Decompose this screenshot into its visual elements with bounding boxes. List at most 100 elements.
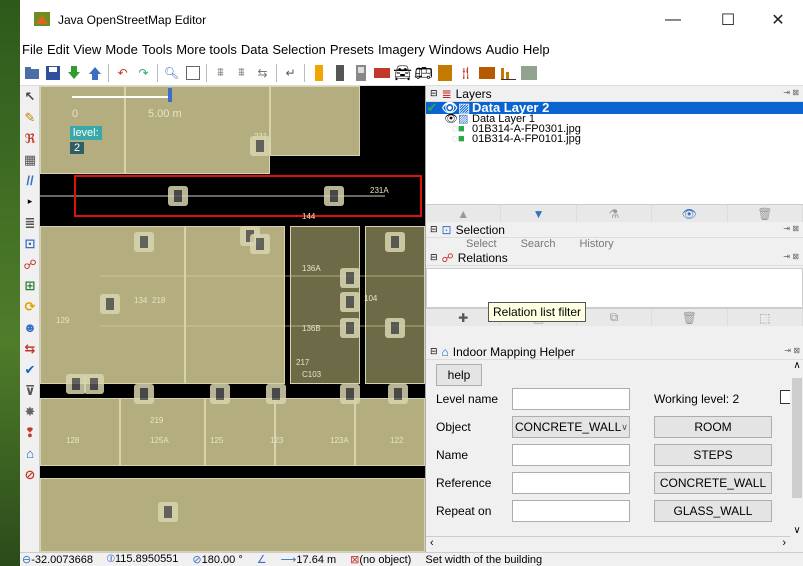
door-node[interactable] [158,502,178,522]
close-button[interactable]: ✕ [755,6,801,34]
reverse-way-icon[interactable]: ↵ [281,63,300,82]
expand-tools-icon[interactable]: ▸ [20,191,40,212]
horizontal-scrollbar[interactable]: ‹ › [426,536,790,552]
duplicate-relation-icon[interactable]: ⧉ [577,309,653,326]
notes-toggle-icon[interactable]: ❢ [20,422,40,443]
visibility-eye-icon[interactable]: 👁︎ [438,101,458,114]
preset-wall-icon[interactable] [351,63,370,82]
vertical-scrollbar[interactable]: ∧ ∨ [790,360,803,536]
map-toggle-icon[interactable]: ⊞ [20,275,40,296]
menu-mode[interactable]: Mode [103,42,140,57]
name-field[interactable] [512,444,630,466]
map-view[interactable]: 0 5.00 m level: 2 231 231A 144 136A 134 … [40,86,425,552]
room-button[interactable]: ROOM [654,416,772,438]
level-name-field[interactable] [512,388,630,410]
preset-area-icon[interactable] [372,63,391,82]
preset-door-icon[interactable] [309,63,328,82]
search-button[interactable]: Search [521,238,556,250]
collapse-icon[interactable]: ⊟ [430,88,438,99]
car-icon[interactable]: 🚘︎ [393,63,412,82]
panel-dock-icons[interactable]: ⇥ ⊠ [783,252,799,261]
steps-button[interactable]: STEPS [654,444,772,466]
draw-mode-icon[interactable]: ✎ [20,107,40,128]
imagery-icon[interactable] [519,63,538,82]
menu-file[interactable]: File [20,42,45,57]
show-hide-icon[interactable]: 👁︎ [652,205,728,222]
collapse-icon[interactable]: ⊟ [430,346,438,357]
door-node[interactable] [385,318,405,338]
relations-toggle-icon[interactable]: ☍ [20,254,40,275]
door-node[interactable] [340,292,360,312]
validator-toggle-icon[interactable]: ✔ [20,359,40,380]
split-way-icon[interactable]: ⩩ [211,63,230,82]
menu-audio[interactable]: Audio [484,42,521,57]
move-down-icon[interactable]: ▼ [501,205,577,222]
filter-toggle-icon[interactable]: ⊽ [20,380,40,401]
indoor-toggle-icon[interactable]: ⌂ [20,443,40,464]
door-node[interactable] [340,268,360,288]
restaurant-icon[interactable]: 🍴︎ [456,63,475,82]
selected-way[interactable] [74,175,422,217]
door-node[interactable] [385,232,405,252]
scroll-left-icon[interactable]: ‹ [430,537,434,549]
glass-wall-button[interactable]: GLASS_WALL [654,500,772,522]
preset-pillar-icon[interactable] [330,63,349,82]
door-node[interactable] [210,384,230,404]
menu-edit[interactable]: Edit [45,42,71,57]
door-node[interactable] [84,374,104,394]
open-icon[interactable] [22,63,41,82]
layer-row[interactable]: ◌ ■ 01B314-A-FP0101.jpg [426,134,803,145]
door-node[interactable] [168,186,188,206]
conflicts-toggle-icon[interactable]: ⇆ [20,338,40,359]
selection-toggle-icon[interactable]: ⊡ [20,233,40,254]
indoor-panel-header[interactable]: ⊟ ⌂ Indoor Mapping Helper ⇥ ⊠ [426,344,803,360]
reference-field[interactable] [512,472,630,494]
combine-way-icon[interactable]: ⩩ [232,63,251,82]
object-select[interactable]: CONCRETE_WALL ∨ [512,416,630,438]
selection-panel-header[interactable]: ⊟ ⊡ Selection ⇥ ⊠ [426,222,803,238]
merge-icon[interactable]: ⚗ [577,205,653,222]
panel-dock-icons[interactable]: ⇥ ⊠ [784,346,800,355]
door-node[interactable] [266,384,286,404]
menu-tools[interactable]: Tools [140,42,174,57]
collapse-icon[interactable]: ⊟ [430,252,438,263]
door-node[interactable] [324,186,344,206]
delete-layer-icon[interactable]: 🗑︎ [728,205,803,222]
commands-toggle-icon[interactable]: ⟳ [20,296,40,317]
changeset-toggle-icon[interactable]: ⊘ [20,464,40,485]
menu-imagery[interactable]: Imagery [376,42,427,57]
scroll-down-icon[interactable]: ∨ [790,525,803,536]
redo-icon[interactable]: ↷ [134,63,153,82]
menu-presets[interactable]: Presets [328,42,376,57]
door-node[interactable] [250,136,270,156]
improve-way-icon[interactable]: ℜ [20,128,40,149]
panel-dock-icons[interactable]: ⇥ ⊠ [783,88,799,97]
repeat-on-field[interactable] [512,500,630,522]
panel-dock-icons[interactable]: ⇥ ⊠ [783,224,799,233]
building-icon[interactable] [435,63,454,82]
bus-icon[interactable]: 🚌︎ [414,63,433,82]
move-up-icon[interactable]: ▲ [426,205,502,222]
scroll-right-icon[interactable]: › [782,537,786,549]
history-button[interactable]: History [579,238,613,250]
door-node[interactable] [66,374,86,394]
chart-icon[interactable] [498,63,517,82]
extrude-icon[interactable]: ▦ [20,149,40,170]
door-node[interactable] [134,232,154,252]
help-button[interactable]: help [436,364,482,386]
save-icon[interactable] [43,63,62,82]
parallel-icon[interactable]: // [20,170,40,191]
menu-windows[interactable]: Windows [427,42,484,57]
preferences-icon[interactable] [183,63,202,82]
authors-toggle-icon[interactable]: ☻ [20,317,40,338]
concrete-wall-button[interactable]: CONCRETE_WALL [654,472,772,494]
menu-help[interactable]: Help [521,42,552,57]
menu-view[interactable]: View [71,42,103,57]
relations-panel-header[interactable]: ⊟ ☍ Relations ⇥ ⊠ [426,250,803,266]
door-node[interactable] [340,318,360,338]
door-node[interactable] [340,384,360,404]
menu-data[interactable]: Data [239,42,270,57]
delete-relation-icon[interactable]: 🗑︎ [652,309,728,326]
undo-icon[interactable]: ↶ [113,63,132,82]
door-node[interactable] [134,384,154,404]
